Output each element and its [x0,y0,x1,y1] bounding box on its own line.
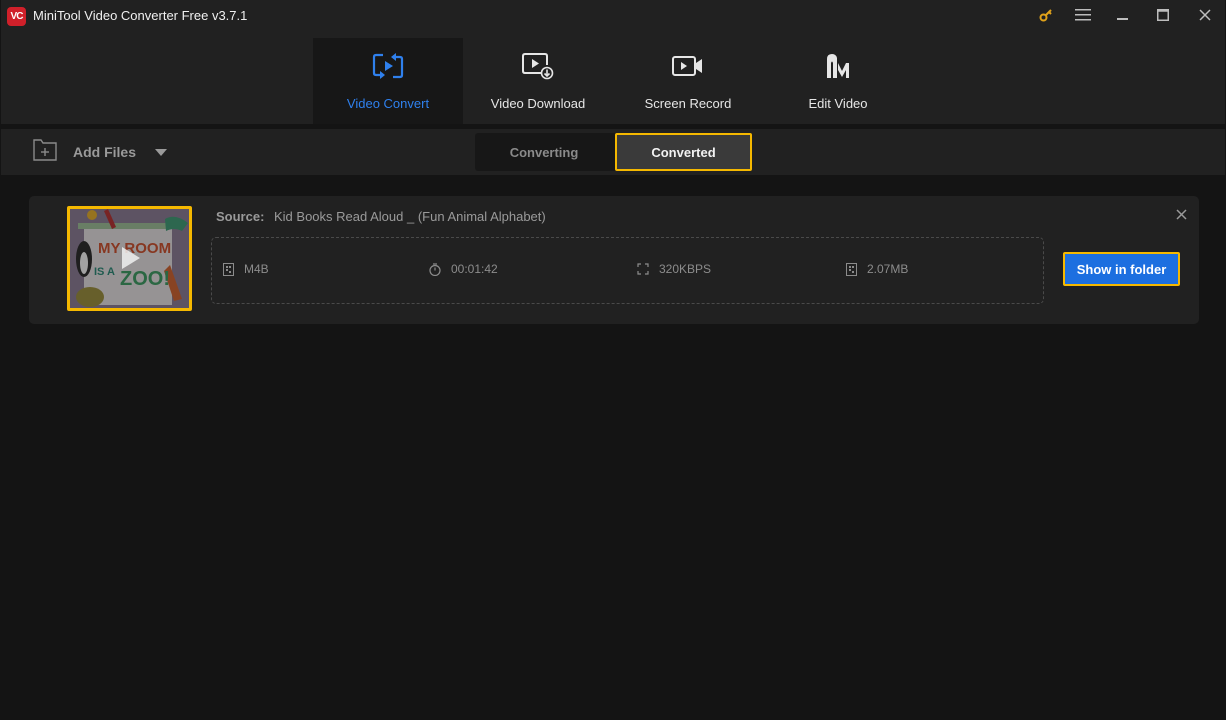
output-format: M4B [222,262,269,276]
nav-label: Edit Video [808,96,868,111]
source-file-name: Kid Books Read Aloud _ (Fun Animal Alpha… [274,209,546,224]
app-logo: VC [7,7,26,26]
edit-video-icon [823,50,853,82]
remove-task-button[interactable] [1173,208,1189,224]
format-value: M4B [244,262,269,276]
nav-screen-record[interactable]: Screen Record [613,38,763,124]
key-icon [1039,8,1053,27]
screen-record-icon [671,50,705,82]
app-window: VC MiniTool Video Converter Free v3.7.1 [0,0,1226,720]
menu-icon [1075,8,1091,26]
nav-label: Screen Record [644,96,732,111]
status-tabs: Converting Converted [475,133,752,171]
nav-video-download[interactable]: Video Download [463,38,613,124]
nav-label: Video Convert [346,96,430,111]
video-convert-icon [372,50,404,82]
nav-label: Video Download [490,96,586,111]
tab-converting[interactable]: Converting [475,133,613,171]
close-button[interactable] [1191,4,1219,30]
output-duration: 00:01:42 [429,262,498,276]
title-bar: VC MiniTool Video Converter Free v3.7.1 [1,0,1225,34]
close-icon [1199,8,1211,26]
minimize-button[interactable] [1109,4,1137,30]
key-button[interactable] [1032,4,1060,30]
nav-video-convert[interactable]: Video Convert [313,38,463,124]
nav-edit-video[interactable]: Edit Video [763,38,913,124]
output-bitrate: 320KBPS [637,262,711,276]
tab-converted[interactable]: Converted [615,133,752,171]
add-folder-icon [33,138,57,166]
main-nav: Video Convert Video Download Screen Reco… [1,34,1225,124]
close-icon [1175,207,1187,225]
bitrate-value: 320KBPS [659,262,712,276]
size-value: 2.07MB [867,262,909,276]
add-files-button[interactable]: Add Files [33,138,137,166]
video-download-icon [521,50,555,82]
output-size: 2.07MB [845,262,908,276]
converted-task-row: MY ROOM IS A ZOO! Source: Kid Books Read… [29,196,1199,324]
toolbar: Add Files Converting Converted [1,129,1225,175]
output-info-box: M4B 00:01:42 320KBPS 2.07MB [211,237,1044,304]
timer-icon [429,262,441,276]
format-icon [222,262,234,276]
maximize-button[interactable] [1149,4,1177,30]
resolution-icon [637,262,649,276]
source-label: Source: [216,209,265,224]
file-size-icon [845,262,857,276]
show-in-folder-button[interactable]: Show in folder [1063,252,1180,286]
app-title: MiniTool Video Converter Free v3.7.1 [33,8,248,23]
maximize-icon [1157,8,1169,26]
video-thumbnail[interactable]: MY ROOM IS A ZOO! [67,206,192,311]
menu-button[interactable] [1069,4,1097,30]
duration-value: 00:01:42 [451,262,498,276]
add-files-label: Add Files [73,144,137,160]
add-files-dropdown-icon[interactable] [155,149,167,156]
minimize-icon [1117,8,1129,26]
